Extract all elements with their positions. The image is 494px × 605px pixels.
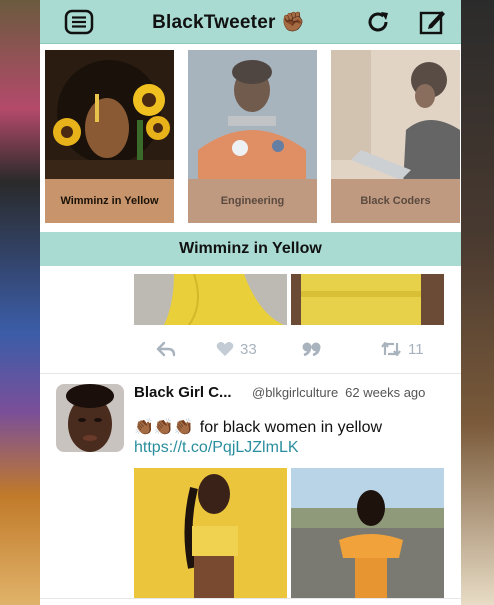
retweet-icon [381, 341, 401, 357]
tweet[interactable]: Black Girl C... @blkgirlculture 62 weeks… [40, 374, 461, 599]
heart-icon [216, 342, 234, 356]
app-title: BlackTweeter ✊🏾 [152, 10, 305, 34]
tweet-text: 👏🏾👏🏾👏🏾 for black women in yellow [134, 418, 454, 438]
category-label: Black Coders [331, 179, 460, 223]
app-screen: BlackTweeter ✊🏾 Wimminz in Yellow Engine… [40, 0, 461, 605]
refresh-icon [368, 11, 388, 31]
compose-icon [419, 10, 445, 34]
clapping-hands-icon: 👏🏾👏🏾👏🏾 [134, 419, 194, 436]
tweet-author-name[interactable]: Black Girl C... [134, 384, 246, 401]
category-card-wimminz-in-yellow[interactable]: Wimminz in Yellow [45, 50, 174, 223]
background-left-edge [0, 0, 40, 605]
tweet-media-image[interactable] [291, 274, 444, 325]
reply-icon [156, 341, 176, 357]
tweet-actions: 33 11 [40, 325, 461, 373]
tweet[interactable]: 33 11 [40, 266, 461, 374]
retweet-button[interactable]: 11 [380, 341, 424, 358]
like-button[interactable]: 33 [216, 341, 302, 358]
section-header: Wimminz in Yellow [40, 232, 461, 266]
tweet-feed[interactable]: 33 11 Black Girl C... @blkgirlculture 62… [40, 266, 461, 599]
like-count: 33 [240, 340, 257, 358]
tweet-text-body: for black women in yellow [199, 419, 383, 436]
section-title: Wimminz in Yellow [179, 240, 322, 257]
raised-fist-icon: ✊🏾 [281, 11, 305, 33]
avatar[interactable] [56, 384, 124, 452]
tweet-timestamp: 62 weeks ago [345, 385, 426, 400]
nav-bar: BlackTweeter ✊🏾 [40, 0, 461, 44]
tweet-media-image[interactable] [134, 468, 287, 598]
retweet-count: 11 [408, 340, 424, 358]
quote-button[interactable] [302, 342, 380, 356]
refresh-button[interactable] [361, 7, 395, 37]
category-label: Engineering [188, 179, 317, 223]
app-title-text: BlackTweeter [152, 11, 276, 33]
compose-button[interactable] [415, 7, 449, 37]
quote-icon [302, 342, 321, 356]
tweet-link[interactable]: https://t.co/PqjLJZlmLK [134, 438, 454, 458]
background-right-edge [461, 0, 494, 605]
tweet-author-handle[interactable]: @blkgirlculture [252, 385, 338, 400]
reply-button[interactable] [156, 341, 216, 357]
menu-icon [64, 9, 94, 34]
category-carousel[interactable]: Wimminz in Yellow Engineering Black Code… [40, 44, 461, 232]
category-label: Wimminz in Yellow [45, 179, 174, 223]
tweet-media-image[interactable] [134, 274, 287, 325]
category-card-engineering[interactable]: Engineering [188, 50, 317, 223]
menu-button[interactable] [62, 7, 96, 37]
category-card-black-coders[interactable]: Black Coders [331, 50, 460, 223]
tweet-media-image[interactable] [291, 468, 444, 598]
